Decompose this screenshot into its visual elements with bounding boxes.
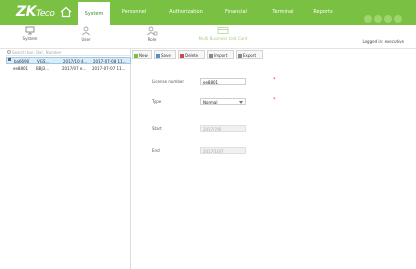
- license-list-panel: Search bar, Bar, Number ba6690 VGS... 20…: [6, 49, 131, 269]
- close-icon[interactable]: [394, 15, 402, 23]
- row-cell-updated: 2017-07-08 11...: [93, 59, 127, 64]
- role-icon: [147, 26, 158, 36]
- chevron-down-icon: [239, 101, 243, 104]
- user-icon: [82, 26, 90, 36]
- search-icon: [7, 50, 11, 54]
- monitor-icon: [25, 26, 35, 35]
- tab-reports[interactable]: Reports: [306, 0, 340, 25]
- row-cell-code: BBJ3...: [36, 66, 50, 71]
- card-icon: [217, 27, 229, 34]
- tab-terminal[interactable]: Terminal: [265, 0, 301, 25]
- required-mark: *: [273, 97, 276, 103]
- search-placeholder: Search bar, Bar, Number: [12, 50, 62, 55]
- required-mark: *: [273, 77, 276, 83]
- subnav-role[interactable]: Role: [142, 26, 162, 48]
- tab-financial[interactable]: Financial: [217, 0, 255, 25]
- end-label: End: [152, 148, 160, 153]
- tab-authorization[interactable]: Authorization: [163, 0, 209, 25]
- import-button[interactable]: Import: [207, 50, 234, 59]
- type-select-value: Normal: [203, 100, 218, 105]
- help-icon[interactable]: [374, 15, 382, 23]
- license-number-field[interactable]: ee8801: [200, 78, 246, 85]
- start-date-field[interactable]: 2017/7/8: [200, 125, 246, 132]
- module-toolbar: System User Role Multi Business Unit Car…: [0, 25, 416, 49]
- tab-system[interactable]: System: [78, 0, 110, 25]
- home-icon[interactable]: [60, 6, 72, 18]
- app-window: ZKTeco System Personnel Authorization Fi…: [0, 0, 416, 269]
- export-button[interactable]: Export: [236, 50, 263, 59]
- import-icon: [209, 53, 213, 58]
- row-cell-code: VGS...: [37, 59, 50, 64]
- subnav-multi-business-unit-card[interactable]: Multi Business Unit Card: [196, 26, 250, 48]
- start-label: Start: [152, 126, 162, 131]
- minimize-icon[interactable]: [384, 15, 392, 23]
- save-button[interactable]: Save: [154, 50, 176, 59]
- logged-in-user[interactable]: Logged in: executive: [362, 39, 404, 44]
- row-cell-start: 2017/07 e...: [62, 66, 87, 71]
- end-date-field[interactable]: 2017/10/7: [200, 147, 246, 154]
- plus-icon: [134, 53, 138, 58]
- subnav-system[interactable]: System: [20, 26, 40, 48]
- list-row[interactable]: ee8801 BBJ3... 2017/07 e... 2017-07-07 1…: [6, 65, 131, 72]
- tab-personnel[interactable]: Personnel: [115, 0, 153, 25]
- row-cell-license: ba6690: [14, 59, 30, 64]
- window-controls: [362, 8, 402, 23]
- type-select[interactable]: Normal: [200, 98, 246, 105]
- export-icon: [238, 53, 242, 58]
- brand-logo: ZKTeco: [16, 4, 55, 20]
- row-expand-icon[interactable]: [8, 58, 11, 61]
- top-nav-bar: ZKTeco System Personnel Authorization Fi…: [0, 0, 416, 25]
- search-field[interactable]: Search bar, Bar, Number: [6, 49, 131, 56]
- delete-button[interactable]: Delete: [178, 50, 205, 59]
- save-icon: [156, 53, 160, 58]
- row-cell-license: ee8801: [13, 66, 29, 71]
- row-cell-updated: 2017-07-07 11...: [92, 66, 126, 71]
- settings-icon[interactable]: [364, 15, 372, 23]
- new-button[interactable]: New: [132, 50, 152, 59]
- type-label: Type: [152, 99, 162, 104]
- delete-icon: [180, 53, 184, 58]
- license-number-label: License number: [152, 79, 184, 84]
- subnav-user[interactable]: User: [76, 26, 96, 48]
- list-row[interactable]: ba6690 VGS... 2017/10 4... 2017-07-08 11…: [6, 57, 131, 64]
- row-cell-start: 2017/10 4...: [63, 59, 88, 64]
